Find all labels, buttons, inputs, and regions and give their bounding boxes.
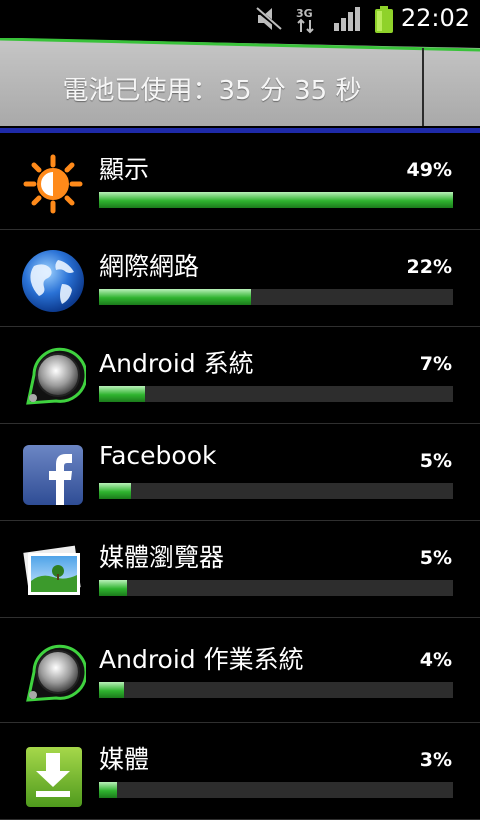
usage-progress-fill	[99, 580, 128, 596]
usage-item-percent: 22%	[406, 256, 452, 278]
usage-item-label: 網際網路	[99, 252, 200, 281]
usage-progress-fill	[99, 289, 252, 305]
usage-item-percent: 5%	[419, 450, 452, 472]
battery-history-graph[interactable]: 電池已使用：35 分 35 秒	[0, 38, 480, 126]
android-os-icon	[26, 644, 86, 702]
3g-data-icon: 3G	[296, 7, 314, 34]
usage-item-media-browser[interactable]: 媒體瀏覽器 5%	[0, 521, 480, 618]
svg-text:3G: 3G	[296, 7, 313, 20]
download-icon	[26, 747, 82, 807]
usage-item-percent: 7%	[419, 353, 452, 375]
globe-icon	[22, 250, 84, 312]
usage-item-android-system[interactable]: Android 系統 7%	[0, 327, 480, 424]
battery-usage-duration: 電池已使用：35 分 35 秒	[62, 76, 362, 106]
usage-item-percent: 49%	[406, 159, 452, 181]
status-bar: 3G 22:02	[0, 0, 480, 38]
usage-item-label: 媒體瀏覽器	[99, 543, 225, 572]
usage-progress-track	[99, 580, 453, 596]
usage-progress-fill	[99, 782, 117, 798]
usage-item-label: Android 系統	[99, 349, 254, 378]
status-clock: 22:02	[400, 4, 470, 32]
usage-progress-fill	[99, 386, 146, 402]
usage-item-display[interactable]: 顯示 49%	[0, 133, 480, 230]
facebook-icon	[23, 445, 83, 505]
usage-progress-track	[99, 289, 453, 305]
usage-item-media[interactable]: 媒體 3%	[0, 723, 480, 820]
usage-progress-track	[99, 782, 453, 798]
battery-icon	[375, 6, 393, 33]
usage-item-label: Android 作業系統	[99, 645, 304, 674]
mute-icon	[254, 7, 284, 32]
usage-progress-track	[99, 682, 453, 698]
usage-progress-fill	[99, 483, 131, 499]
usage-item-percent: 4%	[419, 649, 452, 671]
usage-item-internet[interactable]: 網際網路 22%	[0, 230, 480, 327]
signal-strength-icon	[334, 7, 360, 31]
usage-progress-fill	[99, 192, 453, 208]
usage-item-facebook[interactable]: Facebook 5%	[0, 424, 480, 521]
android-system-icon	[26, 347, 86, 405]
gallery-icon	[23, 545, 81, 595]
usage-item-percent: 3%	[419, 749, 452, 771]
brightness-sun-icon	[23, 154, 83, 214]
usage-item-android-os[interactable]: Android 作業系統 4%	[0, 618, 480, 723]
usage-item-label: Facebook	[99, 441, 217, 470]
usage-progress-track	[99, 386, 453, 402]
battery-usage-list: 顯示 49% 網際網路 22% Android 系統 7% Facebook 5…	[0, 133, 480, 820]
usage-progress-fill	[99, 682, 124, 698]
usage-item-label: 顯示	[99, 155, 150, 184]
usage-progress-track	[99, 483, 453, 499]
usage-item-label: 媒體	[99, 745, 150, 774]
usage-item-percent: 5%	[419, 547, 452, 569]
usage-progress-track	[99, 192, 453, 208]
